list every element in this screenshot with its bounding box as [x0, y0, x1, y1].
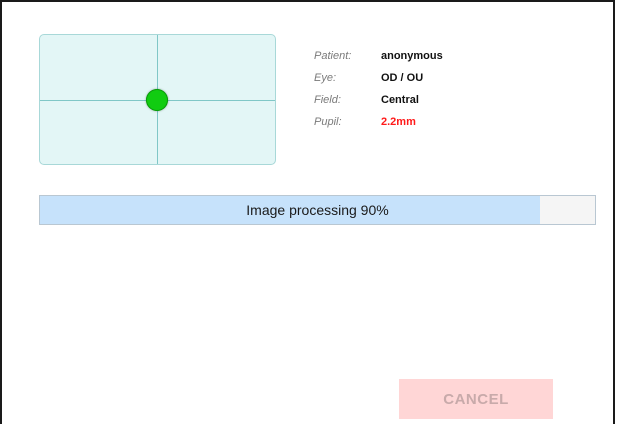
fixation-dot-icon — [146, 89, 168, 111]
progress-label: Image processing 90% — [246, 202, 389, 218]
pupil-value: 2.2mm — [381, 116, 416, 128]
patient-row: Patient: anonymous — [314, 50, 443, 72]
dialog-window: Patient: anonymous Eye: OD / OU Field: C… — [0, 0, 615, 424]
eye-value: OD / OU — [381, 72, 424, 84]
image-processing-progress-bar: Image processing 90% — [39, 195, 596, 225]
eye-label: Eye: — [314, 72, 337, 84]
patient-label: Patient: — [314, 50, 352, 62]
field-value: Central — [381, 94, 419, 106]
pupil-label: Pupil: — [314, 116, 342, 128]
patient-value: anonymous — [381, 50, 443, 62]
field-row: Field: Central — [314, 94, 443, 116]
patient-info-panel: Patient: anonymous Eye: OD / OU Field: C… — [314, 50, 443, 138]
eye-row: Eye: OD / OU — [314, 72, 443, 94]
cancel-button[interactable]: CANCEL — [399, 379, 553, 419]
fixation-target-panel — [39, 34, 276, 165]
field-label: Field: — [314, 94, 341, 106]
pupil-row: Pupil: 2.2mm — [314, 116, 443, 138]
